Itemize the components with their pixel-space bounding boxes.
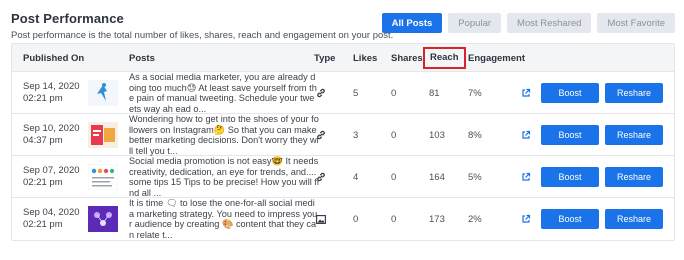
engagement-value: 8%	[468, 129, 482, 141]
reach-value: 81	[429, 87, 440, 99]
date-text: Sep 14, 2020	[23, 81, 80, 92]
published-date: Sep 07, 2020 02:21 pm	[23, 156, 80, 198]
shares-value: 0	[391, 213, 397, 225]
tips-infographic-image	[88, 164, 118, 190]
published-date: Sep 14, 2020 02:21 pm	[23, 72, 80, 114]
reshare-button[interactable]: Reshare	[605, 125, 663, 145]
post-text[interactable]: Social media promotion is not easy🤓 It n…	[129, 156, 319, 198]
likes-value: 5	[353, 87, 359, 99]
table-row: Sep 04, 2020 02:21 pm It is time 🗨 to lo…	[12, 198, 674, 240]
boost-button[interactable]: Boost	[541, 209, 599, 229]
engagement-value: 2%	[468, 213, 482, 225]
post-text[interactable]: It is time 🗨 to lose the one-for-all soc…	[129, 198, 319, 240]
filter-tabs: All Posts Popular Most Reshared Most Fav…	[381, 13, 675, 33]
reshare-button[interactable]: Reshare	[605, 83, 663, 103]
engagement-value: 5%	[468, 171, 482, 183]
filter-most-favorite-button[interactable]: Most Favorite	[597, 13, 675, 33]
boost-button[interactable]: Boost	[541, 125, 599, 145]
col-engagement[interactable]: Engagement	[468, 44, 525, 72]
post-thumbnail[interactable]	[88, 80, 118, 106]
page-subtitle: Post performance is the total number of …	[11, 30, 394, 41]
likes-value: 0	[353, 213, 359, 225]
shares-value: 0	[391, 129, 397, 141]
filter-all-posts-button[interactable]: All Posts	[381, 13, 443, 33]
purple-social-graphic-image	[88, 206, 118, 232]
shares-value: 0	[391, 87, 397, 99]
table-row: Sep 14, 2020 02:21 pm As a social media …	[12, 72, 674, 114]
published-date: Sep 10, 2020 04:37 pm	[23, 114, 80, 156]
col-posts[interactable]: Posts	[129, 44, 155, 72]
post-text[interactable]: Wondering how to get into the shoes of y…	[129, 114, 319, 156]
likes-value: 3	[353, 129, 359, 141]
image-icon	[314, 198, 328, 240]
post-thumbnail[interactable]	[88, 164, 118, 190]
engagement-value: 7%	[468, 87, 482, 99]
date-text: Sep 07, 2020	[23, 165, 80, 176]
page-header: Post Performance Post performance is the…	[11, 11, 393, 41]
external-link-icon[interactable]	[520, 156, 532, 198]
col-likes[interactable]: Likes	[353, 44, 377, 72]
col-shares[interactable]: Shares	[391, 44, 423, 72]
time-text: 02:21 pm	[23, 93, 63, 104]
time-text: 02:21 pm	[23, 177, 63, 188]
external-link-icon[interactable]	[520, 114, 532, 156]
bird-figure-image	[88, 80, 118, 106]
post-text[interactable]: As a social media marketer, you are alre…	[129, 72, 319, 114]
external-link-icon[interactable]	[520, 72, 532, 114]
likes-value: 4	[353, 171, 359, 183]
time-text: 04:37 pm	[23, 135, 63, 146]
post-thumbnail[interactable]	[88, 206, 118, 232]
boost-button[interactable]: Boost	[541, 83, 599, 103]
col-type[interactable]: Type	[314, 44, 335, 72]
filter-most-reshared-button[interactable]: Most Reshared	[507, 13, 592, 33]
published-date: Sep 04, 2020 02:21 pm	[23, 198, 80, 240]
post-performance-table: Published On Posts Type Likes Shares Rea…	[11, 43, 675, 241]
link-icon	[314, 156, 328, 198]
post-thumbnail[interactable]	[88, 122, 118, 148]
reshare-button[interactable]: Reshare	[605, 209, 663, 229]
instagram-graphic-image	[88, 122, 118, 148]
reshare-button[interactable]: Reshare	[605, 167, 663, 187]
table-header: Published On Posts Type Likes Shares Rea…	[12, 44, 674, 72]
shares-value: 0	[391, 171, 397, 183]
date-text: Sep 04, 2020	[23, 207, 80, 218]
link-icon	[314, 72, 328, 114]
boost-button[interactable]: Boost	[541, 167, 599, 187]
reach-value: 103	[429, 129, 445, 141]
table-row: Sep 07, 2020 02:21 pm Social media promo…	[12, 156, 674, 198]
col-published-on[interactable]: Published On	[23, 44, 84, 72]
external-link-icon[interactable]	[520, 198, 532, 240]
reach-value: 164	[429, 171, 445, 183]
col-reach[interactable]: Reach	[423, 47, 466, 69]
time-text: 02:21 pm	[23, 219, 63, 230]
reach-value: 173	[429, 213, 445, 225]
page-title: Post Performance	[11, 11, 124, 26]
link-icon	[314, 114, 328, 156]
date-text: Sep 10, 2020	[23, 123, 80, 134]
filter-popular-button[interactable]: Popular	[448, 13, 502, 33]
table-row: Sep 10, 2020 04:37 pm Wondering how to g…	[12, 114, 674, 156]
